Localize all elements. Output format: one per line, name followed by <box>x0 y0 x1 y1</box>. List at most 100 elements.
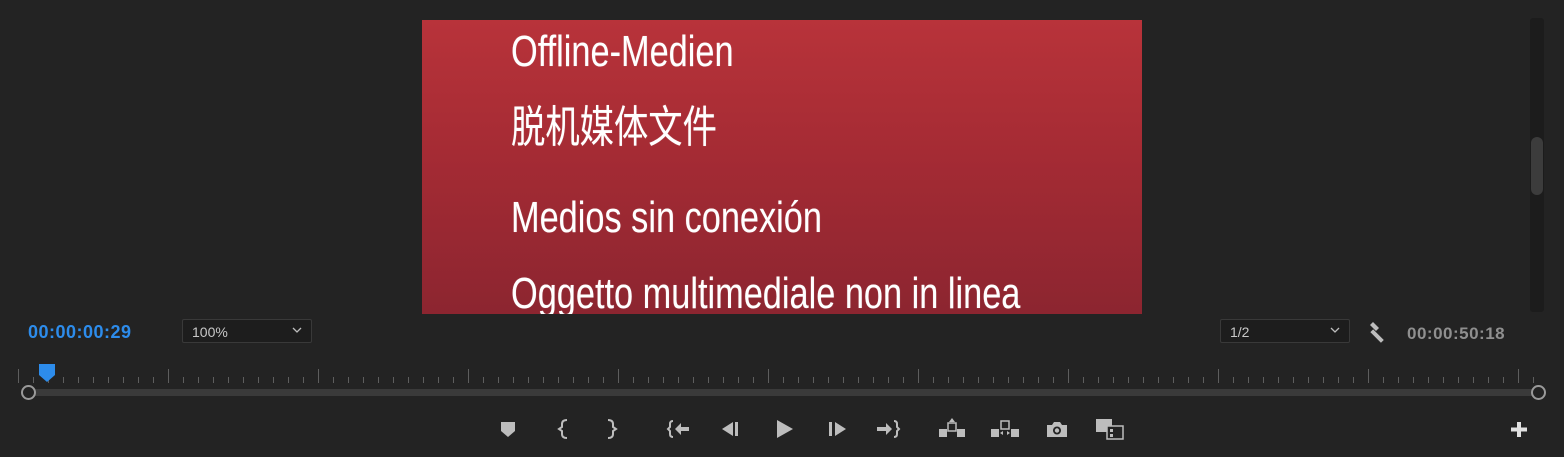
ruler-tick <box>468 369 469 383</box>
ruler-tick <box>1188 377 1189 383</box>
ruler-tick <box>1383 377 1384 383</box>
ruler-tick <box>273 377 274 383</box>
ruler-tick <box>1173 377 1174 383</box>
zoom-level-value: 100% <box>192 324 228 340</box>
playhead-marker[interactable] <box>38 363 56 383</box>
playhead-timecode[interactable]: 00:00:00:29 <box>28 322 132 343</box>
ruler-tick <box>333 377 334 383</box>
ruler-tick <box>168 369 169 383</box>
play-button[interactable] <box>771 417 797 441</box>
ruler-tick <box>288 377 289 383</box>
ruler-tick <box>183 377 184 383</box>
mark-out-button[interactable] <box>598 417 624 441</box>
ruler-tick <box>633 377 634 383</box>
ruler-tick <box>618 369 619 383</box>
ruler-tick <box>408 377 409 383</box>
ruler-tick <box>1293 377 1294 383</box>
mark-in-button[interactable] <box>551 417 577 441</box>
ruler-tick <box>1113 377 1114 383</box>
ruler-tick <box>1008 377 1009 383</box>
ruler-tick <box>753 377 754 383</box>
time-ruler[interactable] <box>18 364 1548 384</box>
offline-text-chinese: 脱机媒体文件 <box>511 103 717 152</box>
ruler-tick <box>1458 377 1459 383</box>
ruler-tick <box>558 377 559 383</box>
ruler-tick <box>648 377 649 383</box>
extract-icon <box>991 420 1019 437</box>
ruler-tick <box>1053 377 1054 383</box>
export-frame-button[interactable] <box>1044 417 1070 441</box>
play-icon <box>777 420 793 438</box>
ruler-tick <box>318 369 319 383</box>
ruler-tick <box>1443 377 1444 383</box>
ruler-tick <box>798 377 799 383</box>
ruler-tick <box>1158 377 1159 383</box>
playback-resolution-value: 1/2 <box>1230 324 1250 340</box>
step-back-button[interactable] <box>718 417 744 441</box>
ruler-tick <box>888 377 889 383</box>
ruler-tick <box>123 377 124 383</box>
ruler-tick <box>978 377 979 383</box>
ruler-tick <box>663 377 664 383</box>
vertical-scrollbar-thumb[interactable] <box>1531 137 1543 195</box>
ruler-tick <box>573 377 574 383</box>
ruler-tick <box>1038 377 1039 383</box>
ruler-tick <box>1128 377 1129 383</box>
ruler-tick <box>63 377 64 383</box>
ruler-tick <box>453 377 454 383</box>
ruler-tick <box>1413 377 1414 383</box>
ruler-tick <box>678 377 679 383</box>
ruler-tick <box>78 377 79 383</box>
duration-timecode: 00:00:50:18 <box>1407 324 1506 343</box>
playback-resolution-dropdown[interactable]: 1/2 <box>1220 319 1350 343</box>
zoom-scrollbar-left-handle[interactable] <box>21 385 36 400</box>
go-to-out-button[interactable] <box>875 417 901 441</box>
offline-text-italian: Oggetto multimediale non in linea <box>511 269 1021 315</box>
ruler-tick <box>303 377 304 383</box>
ruler-tick <box>1248 377 1249 383</box>
ruler-tick <box>858 377 859 383</box>
ruler-tick <box>1428 377 1429 383</box>
zoom-scrollbar-right-handle[interactable] <box>1531 385 1546 400</box>
ruler-tick <box>498 377 499 383</box>
go-to-in-button[interactable] <box>666 417 692 441</box>
ruler-tick <box>588 377 589 383</box>
ruler-tick <box>903 377 904 383</box>
ruler-tick <box>1368 369 1369 383</box>
camera-icon <box>1047 422 1067 437</box>
video-viewport[interactable]: Offline-Medien 脱机媒体文件 Medios sin conexió… <box>0 0 1564 315</box>
button-editor-button[interactable] <box>1506 417 1532 441</box>
ruler-tick <box>1098 377 1099 383</box>
ruler-tick <box>993 377 994 383</box>
wrench-icon[interactable] <box>1366 320 1390 344</box>
ruler-tick <box>138 377 139 383</box>
step-forward-button[interactable] <box>824 417 850 441</box>
ruler-tick <box>423 377 424 383</box>
chevron-down-icon <box>292 327 302 333</box>
zoom-scrollbar[interactable] <box>28 389 1538 396</box>
ruler-tick <box>1488 377 1489 383</box>
ruler-tick <box>1533 377 1534 383</box>
step-back-icon <box>722 422 738 436</box>
ruler-tick <box>1083 377 1084 383</box>
ruler-tick <box>1308 377 1309 383</box>
ruler-tick <box>1263 377 1264 383</box>
ruler-tick <box>1233 377 1234 383</box>
ruler-tick <box>603 377 604 383</box>
ruler-tick <box>513 377 514 383</box>
extract-button[interactable] <box>990 417 1020 441</box>
ruler-tick <box>723 377 724 383</box>
offline-media-frame: Offline-Medien 脱机媒体文件 Medios sin conexió… <box>422 20 1142 314</box>
zoom-level-dropdown[interactable]: 100% <box>182 319 312 343</box>
ruler-tick <box>963 377 964 383</box>
program-monitor: Offline-Medien 脱机媒体文件 Medios sin conexió… <box>0 0 1564 457</box>
chevron-down-icon <box>1330 327 1340 333</box>
ruler-tick <box>1143 377 1144 383</box>
add-marker-button[interactable] <box>495 417 521 441</box>
ruler-tick <box>213 377 214 383</box>
ruler-tick <box>483 377 484 383</box>
compare-view-button[interactable] <box>1095 417 1125 441</box>
lift-button[interactable] <box>938 417 966 441</box>
ruler-tick <box>198 377 199 383</box>
plus-icon <box>1511 422 1527 437</box>
